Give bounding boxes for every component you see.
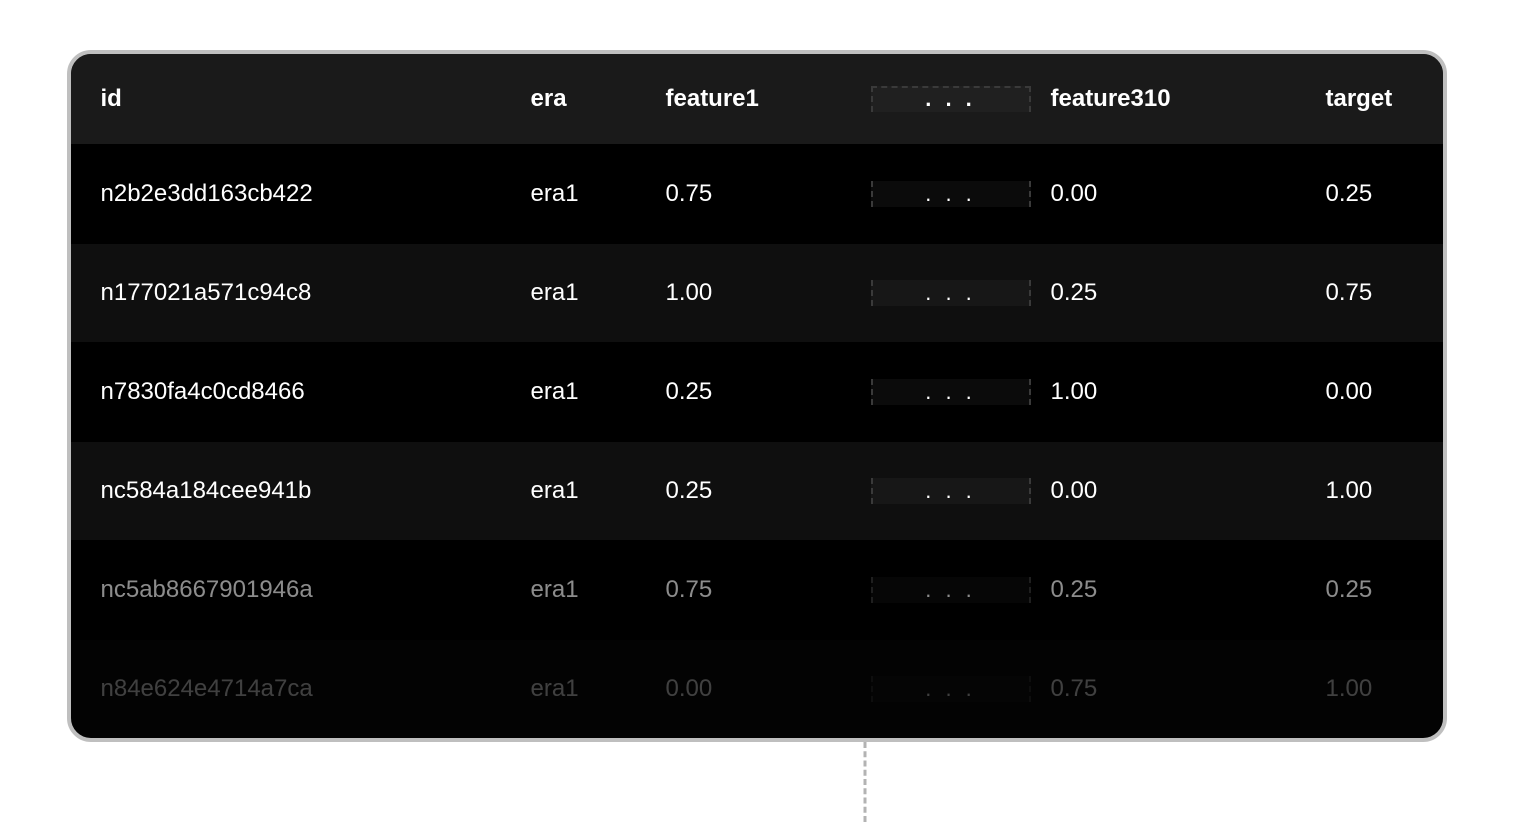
cell-ellipsis: . . . [871,379,1031,405]
cell-id: n177021a571c94c8 [71,279,511,307]
cell-target: 1.00 [1306,675,1443,703]
cell-feature310: 1.00 [1031,378,1306,406]
cell-feature1: 0.75 [646,576,871,604]
cell-era: era1 [511,477,646,505]
data-table-container: id era feature1 . . . feature310 target … [67,50,1447,742]
cell-feature310: 0.25 [1031,279,1306,307]
table-row: nc5ab8667901946a era1 0.75 . . . 0.25 0.… [71,540,1443,639]
cell-target: 1.00 [1306,477,1443,505]
cell-target: 0.25 [1306,180,1443,208]
table-row: n2b2e3dd163cb422 era1 0.75 . . . 0.00 0.… [71,144,1443,243]
cell-ellipsis: . . . [871,577,1031,603]
cell-ellipsis: . . . [871,676,1031,702]
cell-target: 0.00 [1306,378,1443,406]
table-row: n7830fa4c0cd8466 era1 0.25 . . . 1.00 0.… [71,342,1443,441]
header-feature310: feature310 [1031,85,1306,113]
cell-ellipsis: . . . [871,280,1031,306]
cell-id: n7830fa4c0cd8466 [71,378,511,406]
cell-feature1: 0.00 [646,675,871,703]
cell-id: n84e624e4714a7ca [71,675,511,703]
cell-feature310: 0.75 [1031,675,1306,703]
cell-feature310: 0.00 [1031,477,1306,505]
cell-era: era1 [511,675,646,703]
cell-ellipsis: . . . [871,181,1031,207]
cell-feature1: 1.00 [646,279,871,307]
cell-ellipsis: . . . [871,478,1031,504]
cell-feature310: 0.00 [1031,180,1306,208]
cell-id: n2b2e3dd163cb422 [71,180,511,208]
header-target: target [1306,85,1443,113]
cell-era: era1 [511,180,646,208]
continuation-line-icon [863,742,866,822]
cell-target: 0.75 [1306,279,1443,307]
table-row: nc584a184cee941b era1 0.25 . . . 0.00 1.… [71,441,1443,540]
table-row: n84e624e4714a7ca era1 0.00 . . . 0.75 1.… [71,639,1443,738]
cell-era: era1 [511,378,646,406]
cell-id: nc5ab8667901946a [71,576,511,604]
cell-feature1: 0.25 [646,477,871,505]
header-ellipsis: . . . [871,86,1031,112]
header-feature1: feature1 [646,85,871,113]
table-row: n177021a571c94c8 era1 1.00 . . . 0.25 0.… [71,243,1443,342]
header-id: id [71,85,511,113]
cell-feature310: 0.25 [1031,576,1306,604]
cell-id: nc584a184cee941b [71,477,511,505]
table-header-row: id era feature1 . . . feature310 target [71,54,1443,144]
cell-era: era1 [511,576,646,604]
header-era: era [511,85,646,113]
cell-feature1: 0.75 [646,180,871,208]
cell-target: 0.25 [1306,576,1443,604]
cell-feature1: 0.25 [646,378,871,406]
cell-era: era1 [511,279,646,307]
